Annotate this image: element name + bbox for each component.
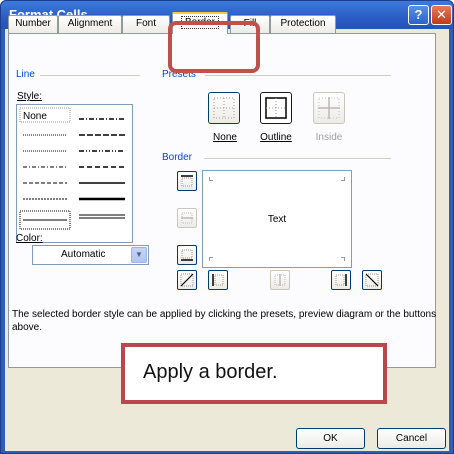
border-preview[interactable]: Text xyxy=(202,170,352,268)
line-style-list[interactable]: None xyxy=(16,104,133,243)
border-tab-highlight xyxy=(168,21,260,73)
instruction-callout: Apply a border. xyxy=(121,343,387,404)
border-bottom-button[interactable] xyxy=(177,245,197,265)
line-group-divider xyxy=(40,75,140,76)
preset-inside-icon xyxy=(318,97,340,119)
preview-corner-bottom-left xyxy=(209,257,213,261)
tab-font[interactable]: Font xyxy=(122,15,170,33)
callout-text: Apply a border. xyxy=(143,361,278,383)
ok-button[interactable]: OK xyxy=(296,428,365,449)
preview-text: Text xyxy=(267,214,287,225)
style-none-label: None xyxy=(23,111,47,122)
border-inside-horizontal-icon xyxy=(181,212,193,224)
border-inside-horizontal-button[interactable] xyxy=(177,208,197,228)
border-diagonal-down-icon xyxy=(365,273,379,287)
border-inside-vertical-button[interactable] xyxy=(270,270,290,290)
preset-outline-icon xyxy=(265,97,287,119)
border-right-button[interactable] xyxy=(331,270,351,290)
chevron-down-icon[interactable]: ▼ xyxy=(131,247,147,263)
preview-corner-bottom-right xyxy=(341,257,345,261)
line-style-swatches xyxy=(19,107,125,230)
border-inside-vertical-icon xyxy=(274,274,286,286)
preset-outline-label: Outline xyxy=(260,132,292,143)
border-diagonal-down-button[interactable] xyxy=(362,270,382,290)
border-diagonal-up-icon xyxy=(180,273,194,287)
presets-group-divider xyxy=(205,75,391,76)
preset-outline-button[interactable] xyxy=(260,92,292,124)
line-group-label: Line xyxy=(14,69,37,80)
info-text: The selected border style can be applied… xyxy=(12,309,437,333)
preset-none-label: None xyxy=(213,132,237,143)
preset-inside-button[interactable] xyxy=(313,92,345,124)
color-label: Color: xyxy=(16,233,43,244)
preset-none-button[interactable] xyxy=(208,92,240,124)
color-value: Automatic xyxy=(61,249,106,260)
preview-corner-top-left xyxy=(209,177,213,181)
border-left-icon xyxy=(212,274,224,286)
border-right-icon xyxy=(335,274,347,286)
help-icon[interactable]: ? xyxy=(408,5,429,25)
tab-protection[interactable]: Protection xyxy=(270,15,336,33)
border-group-label: Border xyxy=(160,152,195,163)
close-icon[interactable]: ✕ xyxy=(431,5,452,25)
tab-number[interactable]: Number xyxy=(8,15,58,33)
border-bottom-icon xyxy=(181,249,193,261)
preset-none-icon xyxy=(213,97,235,119)
color-dropdown[interactable]: Automatic ▼ xyxy=(32,245,149,265)
border-diagonal-up-button[interactable] xyxy=(177,270,197,290)
border-top-button[interactable] xyxy=(177,171,197,191)
border-group-divider xyxy=(204,158,391,159)
tab-alignment[interactable]: Alignment xyxy=(58,15,122,33)
border-top-icon xyxy=(181,175,193,187)
style-label: Style: xyxy=(17,91,43,102)
preview-corner-top-right xyxy=(341,177,345,181)
border-left-button[interactable] xyxy=(208,270,228,290)
preset-inside-label: Inside xyxy=(315,132,343,143)
cancel-button[interactable]: Cancel xyxy=(377,428,446,449)
